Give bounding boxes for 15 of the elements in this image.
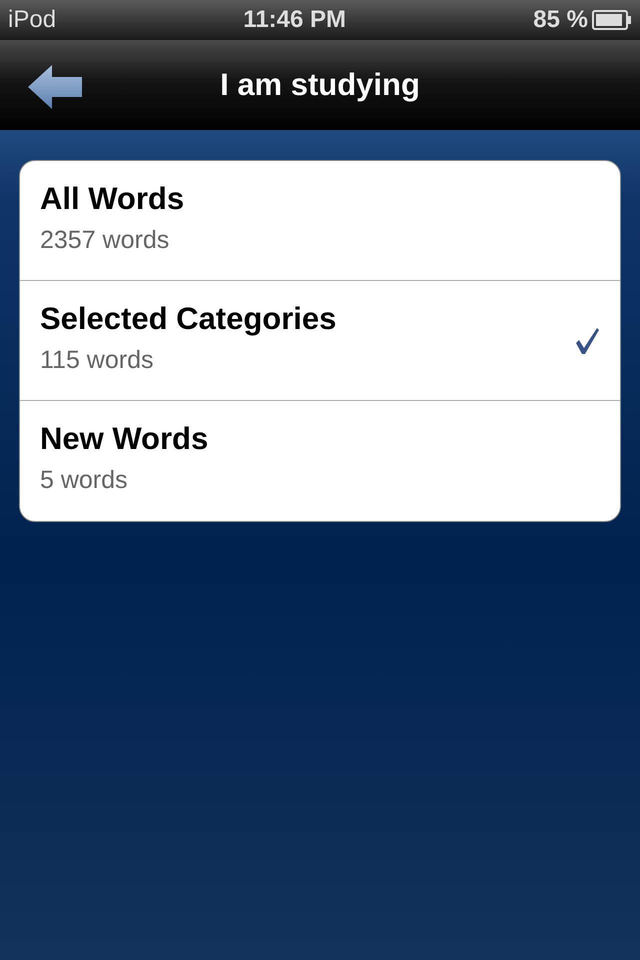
list-option[interactable]: All Words 2357 words — [20, 161, 620, 281]
option-word-count: 5 words — [40, 465, 129, 496]
list-option[interactable]: New Words 5 words — [20, 401, 620, 521]
back-button[interactable] — [26, 64, 84, 110]
battery-icon — [592, 10, 632, 30]
option-title: Selected Categories — [40, 302, 336, 336]
carrier-label: iPod — [8, 5, 56, 35]
option-title: All Words — [40, 182, 184, 216]
battery-percent: 85 % — [533, 5, 588, 35]
option-word-count: 115 words — [40, 344, 154, 376]
screen-title: I am studying — [220, 66, 420, 104]
clock-time: 11:46 PM — [243, 5, 346, 35]
list-option[interactable]: Selected Categories 115 words — [20, 281, 620, 401]
option-word-count: 2357 words — [40, 224, 170, 256]
option-title: New Words — [40, 422, 208, 456]
